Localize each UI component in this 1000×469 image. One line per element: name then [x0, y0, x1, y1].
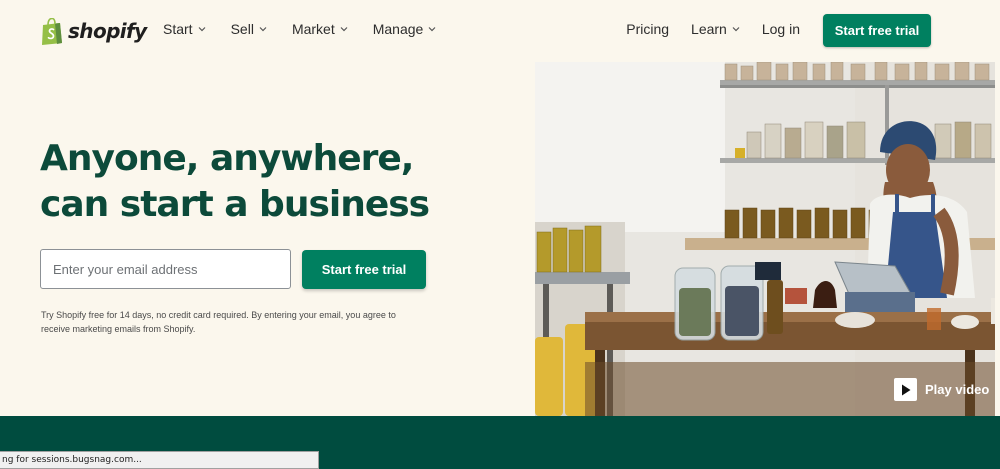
email-input[interactable]	[40, 249, 291, 289]
hero-start-free-trial-button[interactable]: Start free trial	[302, 250, 426, 289]
nav-item-market[interactable]: Market	[292, 21, 348, 37]
hero-heading: Anyone, anywhere, can start a business	[40, 136, 510, 228]
secondary-nav: Pricing Learn Log in	[626, 21, 800, 37]
nav-item-login[interactable]: Log in	[762, 21, 800, 37]
chevron-down-icon	[732, 27, 740, 32]
play-video-label: Play video	[925, 382, 990, 397]
logo-wordmark: shopify	[68, 19, 147, 43]
site-header: shopify Start Sell Market Manage Pricing…	[0, 0, 1000, 62]
hero-heading-line-1: Anyone, anywhere,	[40, 138, 414, 179]
play-icon	[894, 378, 917, 401]
chevron-down-icon	[259, 27, 267, 32]
nav-item-label: Learn	[691, 21, 727, 37]
nav-item-label: Start	[163, 21, 193, 37]
nav-item-start[interactable]: Start	[163, 21, 206, 37]
hero-heading-line-2: can start a business	[40, 184, 430, 225]
nav-item-label: Pricing	[626, 21, 670, 37]
chevron-down-icon	[428, 27, 436, 32]
chevron-down-icon	[340, 27, 348, 32]
nav-item-label: Log in	[761, 21, 800, 37]
nav-item-label: Market	[291, 21, 335, 37]
chevron-down-icon	[198, 27, 206, 32]
play-video-button[interactable]: Play video	[894, 378, 989, 401]
primary-nav: Start Sell Market Manage	[163, 21, 436, 37]
nav-item-label: Sell	[230, 21, 254, 37]
nav-item-learn[interactable]: Learn	[691, 21, 740, 37]
nav-item-pricing[interactable]: Pricing	[626, 21, 669, 37]
hero-photo	[535, 62, 995, 416]
shop-interior-illustration	[535, 62, 995, 416]
trial-disclaimer: Try Shopify free for 14 days, no credit …	[41, 310, 396, 334]
start-free-trial-button[interactable]: Start free trial	[823, 14, 931, 47]
shopping-bag-icon	[42, 17, 62, 45]
nav-item-sell[interactable]: Sell	[231, 21, 267, 37]
browser-status-bar: ng for sessions.bugsnag.com...	[0, 451, 319, 469]
shopify-logo[interactable]: shopify	[40, 16, 147, 46]
nav-item-manage[interactable]: Manage	[373, 21, 437, 37]
nav-item-label: Manage	[372, 21, 424, 37]
